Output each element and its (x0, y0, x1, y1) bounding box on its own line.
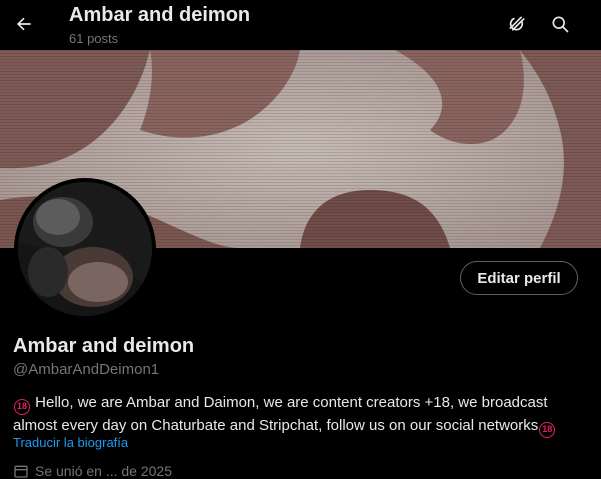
profile-handle: @AmbarAndDeimon1 (13, 361, 160, 378)
bio-text: Hello, we are Ambar and Daimon, we are c… (13, 394, 548, 434)
adults-only-icon: 18 (14, 399, 30, 415)
post-count: 61 posts (69, 31, 119, 46)
grok-button[interactable] (501, 8, 533, 40)
adults-only-icon: 18 (539, 422, 556, 438)
arrow-left-icon (16, 17, 31, 31)
top-bar: Ambar and deimon 61 posts (0, 0, 601, 50)
avatar[interactable] (14, 178, 156, 320)
joined-date: Se unió en ... de 2025 (13, 463, 172, 479)
edit-profile-button[interactable]: Editar perfil (460, 261, 578, 295)
joined-text: Se unió en ... de 2025 (35, 463, 172, 479)
translate-bio-link[interactable]: Traducir la biografía (13, 435, 128, 450)
calendar-icon (14, 465, 28, 478)
grok-icon (509, 16, 525, 31)
profile-name: Ambar and deimon (13, 335, 195, 357)
search-icon (552, 16, 569, 33)
search-button[interactable] (544, 8, 576, 40)
page-title: Ambar and deimon (69, 4, 251, 26)
back-button[interactable] (8, 8, 40, 40)
profile-bio: 18 Hello, we are Ambar and Daimon, we ar… (13, 392, 593, 438)
